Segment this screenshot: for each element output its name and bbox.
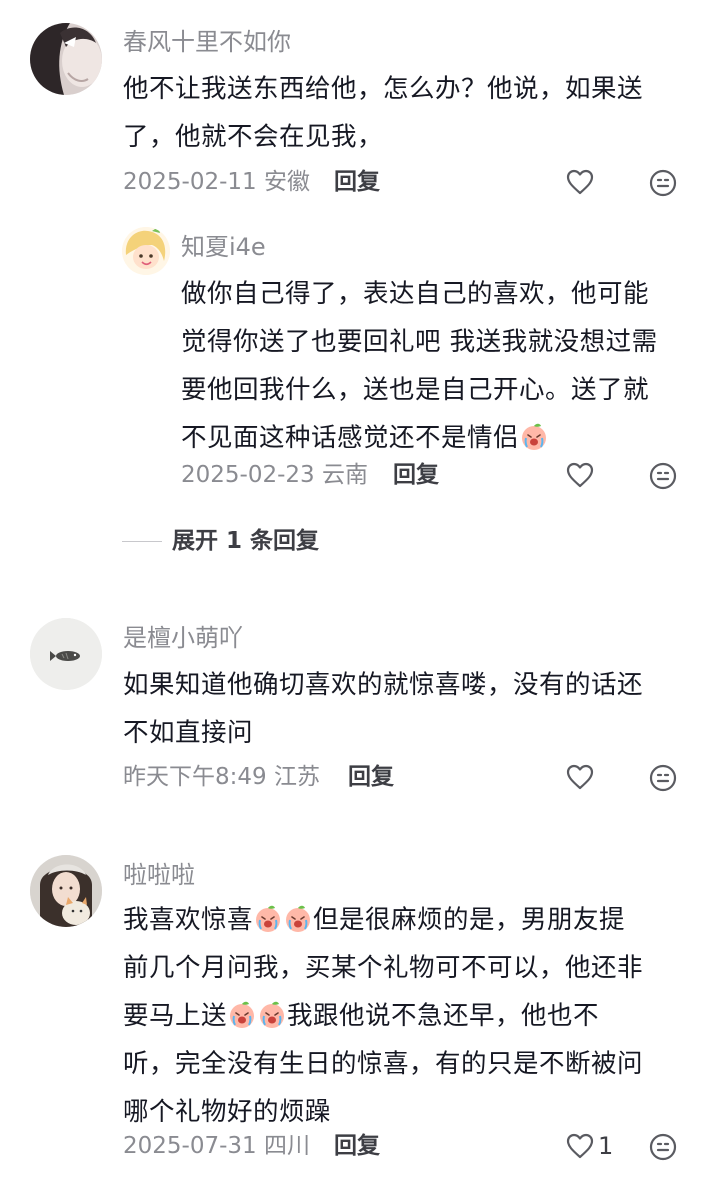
heart-icon (566, 169, 594, 195)
smiley-face-icon (649, 764, 677, 792)
comment-line: 如果知道他确切喜欢的就惊喜喽，没有的话还 (123, 670, 644, 700)
user-avatar[interactable] (30, 855, 102, 927)
reply-location: 云南 (321, 462, 368, 488)
emoji-reaction-button[interactable] (649, 1133, 677, 1161)
crying-peach-emoji-icon (520, 423, 548, 451)
smiley-face-icon (649, 169, 677, 197)
crying-peach-emoji-icon (258, 1001, 286, 1029)
emoji-reaction-button[interactable] (649, 764, 677, 792)
like-button[interactable] (566, 1133, 594, 1159)
comment-line: 我喜欢惊喜 但是很麻烦的是，男朋友提 (123, 896, 643, 944)
username[interactable]: 是檀小萌吖 (123, 622, 243, 654)
small-fish-avatar-icon (30, 618, 102, 690)
comment-date: 昨天下午8:49 (123, 764, 267, 790)
like-button[interactable] (566, 169, 594, 195)
username[interactable]: 春风十里不如你 (123, 26, 291, 58)
comment-meta: 2025-07-31 四川 (123, 1130, 310, 1162)
comment-location: 安徽 (263, 169, 310, 195)
reply-username[interactable]: 知夏i4e (181, 231, 266, 263)
like-button[interactable] (566, 764, 594, 790)
crying-peach-emoji-icon (254, 905, 282, 933)
heart-icon (566, 1133, 594, 1159)
reply-button[interactable]: 回复 (334, 166, 380, 198)
comment-meta: 2025-02-11 安徽 (123, 166, 310, 198)
comment-line-text: 要马上送 (123, 1001, 228, 1031)
reply-user-avatar[interactable] (122, 227, 170, 275)
user-avatar[interactable] (30, 23, 102, 95)
reply-line: 做你自己得了，表达自己的喜欢，他可能 (181, 279, 650, 309)
comment-text: 我喜欢惊喜 但是很麻烦的是，男朋友提 前几个月问我，买某个礼物可不可以，他还非 要… (123, 896, 643, 1136)
emoji-reaction-button[interactable] (649, 462, 677, 490)
comment-line-text: 我喜欢惊喜 (123, 905, 254, 935)
cartoon-girl-avatar-icon (122, 227, 170, 275)
comment-text: 他不让我送东西给他，怎么办？他说，如果送 了，他就不会在见我， (123, 65, 643, 161)
heart-icon (566, 764, 594, 790)
comment-location: 江苏 (273, 764, 320, 790)
username[interactable]: 啦啦啦 (123, 859, 195, 891)
smiley-face-icon (649, 1133, 677, 1161)
divider-line (122, 541, 162, 542)
comment-date: 2025-07-31 (123, 1133, 257, 1159)
comment-line: 听，完全没有生日的惊喜，有的只是不断被问 (123, 1049, 644, 1079)
user-avatar[interactable] (30, 618, 102, 690)
comment-line: 要马上送 我跟他说不急还早，他也不 (123, 992, 643, 1040)
reply-button[interactable]: 回复 (348, 761, 394, 793)
comment-line: 不如直接问 (123, 718, 254, 748)
reply-meta: 2025-02-23 云南 (181, 459, 368, 491)
expand-replies-label: 展开 1 条回复 (172, 528, 320, 554)
comment-line: 哪个礼物好的烦躁 (123, 1097, 332, 1127)
comment-line-text: 但是很麻烦的是，男朋友提 (313, 905, 626, 935)
reply-button[interactable]: 回复 (393, 459, 439, 491)
woman-portrait-avatar-icon (30, 23, 102, 95)
reply-button[interactable]: 回复 (334, 1130, 380, 1162)
comment-line: 前几个月问我，买某个礼物可不可以，他还非 (123, 953, 644, 983)
heart-icon (566, 462, 594, 488)
like-count: 1 (598, 1132, 614, 1160)
comment-line: 了，他就不会在见我， (123, 122, 384, 152)
like-button[interactable] (566, 462, 594, 488)
reply-line-text: 不见面这种话感觉还不是情侣 (181, 423, 520, 453)
reply-text: 做你自己得了，表达自己的喜欢，他可能 觉得你送了也要回礼吧 我送我就没想过需 要… (181, 270, 658, 462)
crying-peach-emoji-icon (228, 1001, 256, 1029)
comment-date: 2025-02-11 (123, 169, 257, 195)
reply-date: 2025-02-23 (181, 462, 315, 488)
emoji-reaction-button[interactable] (649, 169, 677, 197)
comment-location: 四川 (263, 1133, 310, 1159)
comment-line-text: 我跟他说不急还早，他也不 (287, 1001, 600, 1031)
reply-line: 觉得你送了也要回礼吧 我送我就没想过需 (181, 327, 658, 357)
reply-line: 要他回我什么，送也是自己开心。送了就 (181, 375, 650, 405)
crying-peach-emoji-icon (284, 905, 312, 933)
comment-meta: 昨天下午8:49 江苏 (123, 761, 320, 793)
smiley-face-icon (649, 462, 677, 490)
girl-with-cat-avatar-icon (30, 855, 102, 927)
comment-line: 他不让我送东西给他，怎么办？他说，如果送 (123, 74, 644, 104)
comment-text: 如果知道他确切喜欢的就惊喜喽，没有的话还 不如直接问 (123, 661, 643, 757)
reply-line: 不见面这种话感觉还不是情侣 (181, 414, 658, 462)
